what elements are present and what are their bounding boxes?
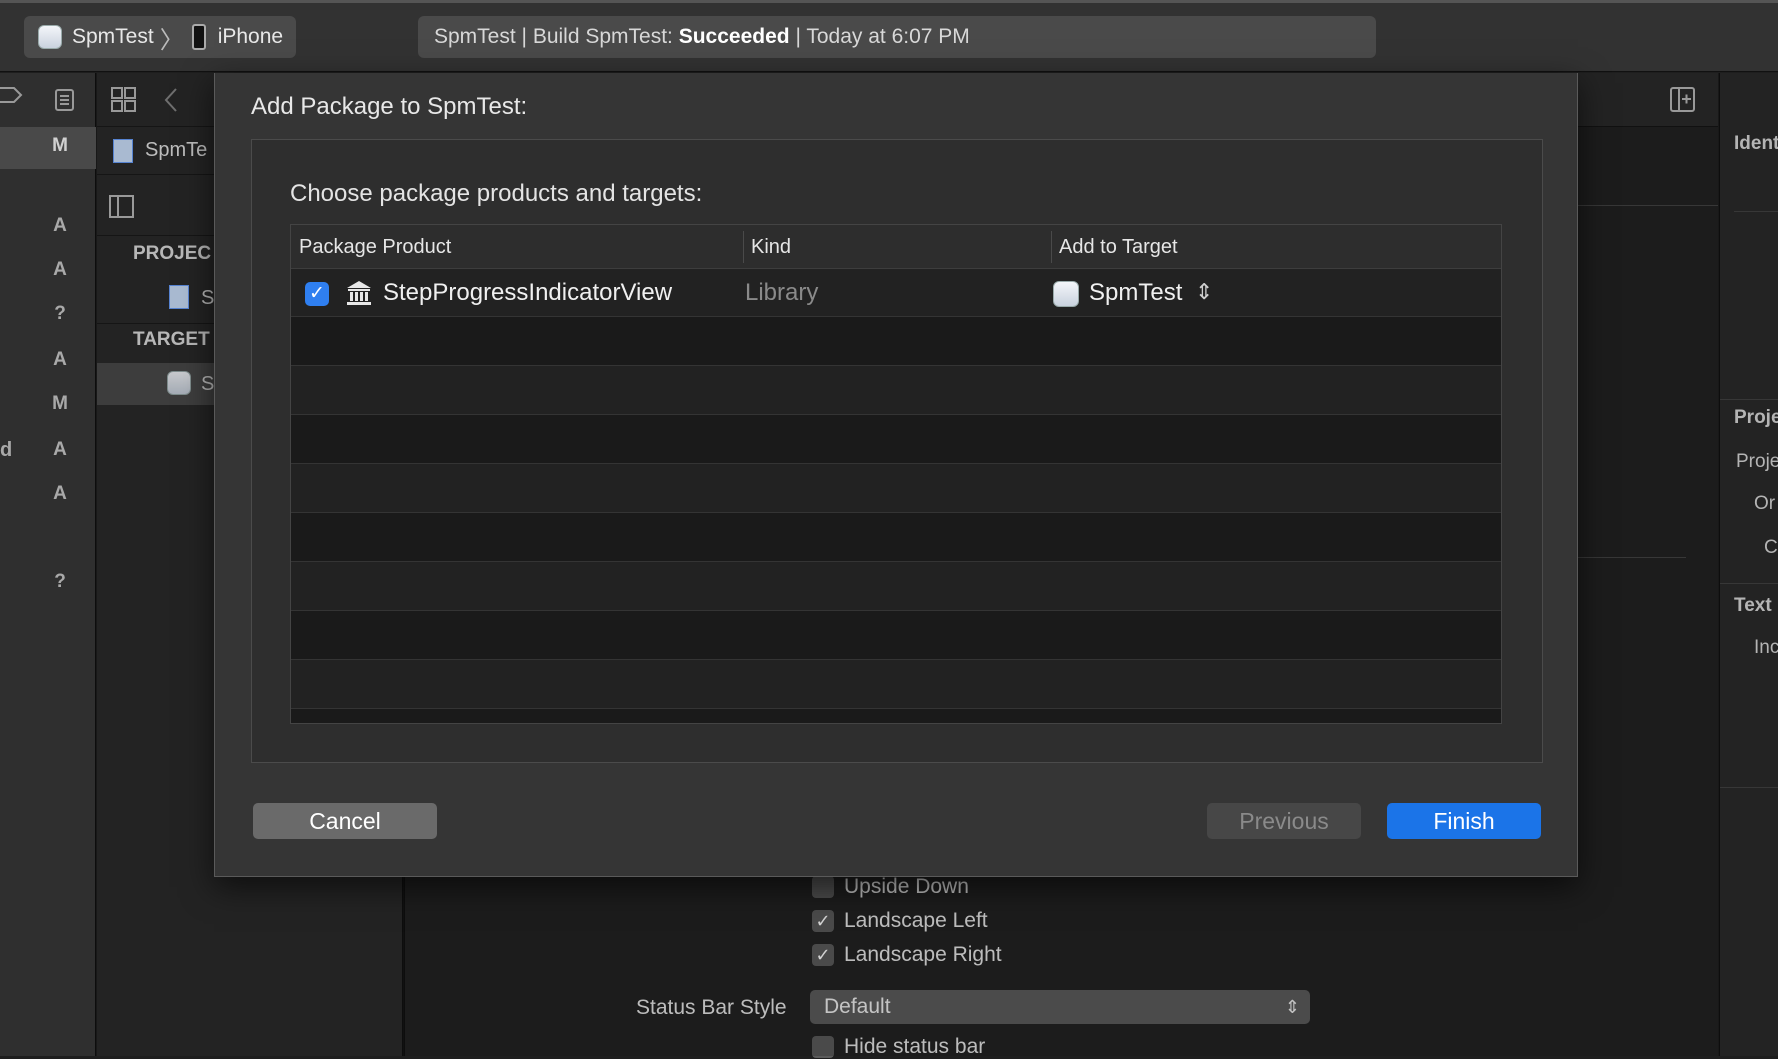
window-toolbar: SpmTest 〉 iPhone SpmTest | Build SpmTest… [0,0,1778,72]
app-icon [38,25,62,49]
sheet-title: Add Package to SpmTest: [251,93,528,120]
scheme-name: SpmTest [72,25,154,48]
target-app-icon [1053,281,1079,307]
empty-row [291,562,1501,611]
add-package-sheet: Add Package to SpmTest: Choose package p… [214,73,1578,877]
empty-row [291,709,1501,723]
empty-row [291,660,1501,709]
activity-prefix: SpmTest | Build SpmTest: [434,25,679,48]
empty-row [291,513,1501,562]
panel-subtitle: Choose package products and targets: [290,180,703,207]
empty-row [291,317,1501,366]
activity-suffix: | Today at 6:07 PM [789,25,970,48]
previous-button[interactable]: Previous [1207,803,1361,839]
library-icon [347,281,371,305]
chevron-right-icon: 〉 [159,26,184,54]
scheme-selector[interactable]: SpmTest 〉 iPhone [24,16,296,58]
column-header-package-product[interactable]: Package Product [291,225,451,269]
empty-row [291,464,1501,513]
popup-arrows-icon[interactable]: ⇕ [1195,279,1213,305]
column-header-add-to-target[interactable]: Add to Target [1051,225,1178,269]
table-row[interactable]: ✓ StepProgressIndicatorView Library SpmT… [291,269,1501,317]
empty-row [291,366,1501,415]
package-products-table: Package Product Kind Add to Target ✓ Ste… [290,224,1502,724]
device-name[interactable]: iPhone [218,25,283,49]
activity-status: Succeeded [678,25,790,48]
package-products-panel: Choose package products and targets: Pac… [251,139,1543,763]
product-name: StepProgressIndicatorView [383,279,673,306]
target-popup[interactable]: SpmTest [1089,279,1182,307]
column-header-kind[interactable]: Kind [743,225,791,269]
table-header: Package Product Kind Add to Target [291,225,1501,269]
product-kind: Library [745,279,819,306]
empty-row [291,415,1501,464]
product-checkbox[interactable]: ✓ [305,282,329,306]
empty-row [291,611,1501,660]
activity-viewer: SpmTest | Build SpmTest: Succeeded | Tod… [418,16,1376,58]
cancel-button[interactable]: Cancel [253,803,437,839]
toolbar-top-line [0,0,1778,3]
iphone-icon [191,24,206,50]
finish-button[interactable]: Finish [1387,803,1541,839]
